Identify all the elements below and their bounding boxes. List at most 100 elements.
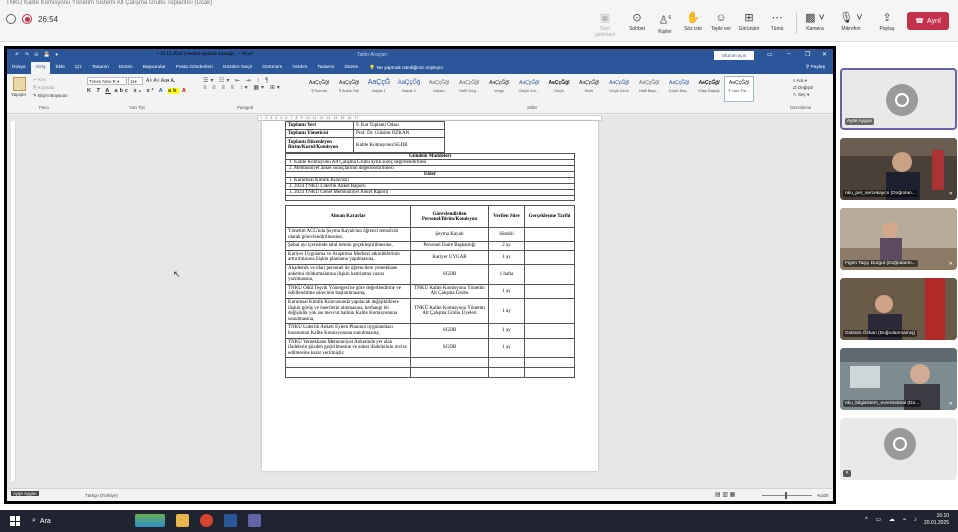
clipboard-group-label: Pano — [39, 105, 49, 110]
zoom-slider-knob[interactable] — [785, 492, 787, 499]
document-body[interactable]: Toplantı Yeri 9. Kat Toplantı Odası Topla… — [285, 121, 575, 379]
style-intense-reference[interactable]: AaÇçĞğl Güçlü Baş... — [664, 76, 694, 102]
weather-widget-icon[interactable] — [135, 514, 165, 527]
camera-button[interactable]: ▩ ˅ Kamera — [800, 10, 830, 38]
style-strong[interactable]: AaÇçĞğl Güçlü — [544, 76, 574, 102]
word-statusbar: Ayşe Aygün Türkçe (Türkiye) ▤ ▥ ▦ %100 — [7, 488, 833, 501]
participant-tile[interactable]: Gülsüm Özkan (Doğrulanmamış) — [840, 278, 957, 340]
file-explorer-icon[interactable] — [176, 514, 189, 527]
font-name-select[interactable]: Times New R ▾ — [87, 77, 127, 85]
tell-me-box[interactable]: 💡 Ne yapmak istediğinizi söyleyin — [369, 66, 443, 71]
teams-icon[interactable] — [248, 514, 261, 527]
tab-gorunum[interactable]: Görünüm — [257, 62, 287, 74]
style-subtle-emphasis[interactable]: AaÇçĞğl Hafif Vurg... — [454, 76, 484, 102]
close-icon[interactable]: ✕ — [822, 51, 827, 58]
share-button[interactable]: ⇪ Paylaş — [872, 10, 902, 38]
tab-posta[interactable]: Posta Gönderileri — [171, 62, 218, 74]
replace-button[interactable]: ⇄ Değiştir — [793, 84, 813, 91]
minimize-icon[interactable]: – — [787, 51, 790, 57]
chrome-icon[interactable] — [200, 514, 213, 527]
mic-off-icon: ✕ — [843, 470, 852, 477]
word-window: ↶ ↷ ⊙ 💾 ▾ • 16.12.2024 yönetim toplantı … — [7, 49, 833, 501]
word-share-button[interactable]: ⚲ Paylaş — [806, 62, 825, 74]
style-subtitle[interactable]: AaÇçĞğl Altyazı — [424, 76, 454, 102]
tab-basvurular[interactable]: Başvurular — [138, 62, 171, 74]
toolbar-button-0[interactable]: ▣ Sesi gelirmesi — [590, 10, 620, 38]
tab-ciz[interactable]: Çiz — [70, 62, 87, 74]
paste-icon[interactable] — [13, 77, 26, 91]
language-status[interactable]: Türkçe (Türkiye) — [85, 493, 118, 498]
table-row — [285, 367, 575, 379]
cut-button[interactable]: ✂ Kes — [33, 77, 46, 83]
select-button[interactable]: ↖ Seç ▾ — [793, 91, 813, 98]
table-row: TNKÜ Ödül Teşvik Yönergesi'ne göre değer… — [285, 283, 575, 299]
photo-icon: ▣ — [599, 12, 611, 24]
format-painter-button[interactable]: ✎ Biçim Boyacısı — [33, 93, 68, 99]
style-list-paragraph[interactable]: AaÇçĞğl ¶ Liste Par... — [724, 76, 754, 102]
tab-yardim[interactable]: Yardım — [287, 62, 312, 74]
font-group-label: Yazı Tipi — [129, 105, 145, 110]
find-button[interactable]: ⌕ Ara ▾ — [793, 77, 813, 84]
editing-group: ⌕ Ara ▾ ⇄ Değiştir ↖ Seç ▾ — [793, 77, 813, 98]
copy-button[interactable]: ⎘ Kopyala — [33, 85, 54, 90]
participant-tile[interactable]: ✕ — [840, 418, 957, 480]
participant-tile[interactable]: nku_per_sercekaycn (Doğrulan... ✕ — [840, 138, 957, 200]
tab-tasarim[interactable]: Tasarım — [87, 62, 114, 74]
raise-hand-button[interactable]: ✋ Söz iste — [678, 10, 708, 38]
signin-button[interactable]: Oturum açın — [714, 51, 754, 60]
chat-button[interactable]: ⊙ Sohbet — [622, 10, 652, 38]
style-quote[interactable]: AaÇçĞğl Alıntı — [574, 76, 604, 102]
view-button[interactable]: ⊞ Görünüm — [734, 10, 764, 38]
decisions-table: Alınan Kararlar Görevlendirilen Personel… — [285, 205, 575, 379]
taskbar-search[interactable]: ⌕ Ara — [28, 514, 128, 528]
mouse-cursor-icon: ↖ — [173, 269, 181, 279]
participant-tile[interactable]: nku_bilgisistem_evrenkoksal (Do... ✕ — [840, 348, 957, 410]
style-normal[interactable]: AaÇçĞğl ¶ Normal — [304, 76, 334, 102]
windows-start-icon[interactable] — [10, 516, 20, 526]
style-no-spacing[interactable]: AaÇçĞğl ¶ Aralık Yok — [334, 76, 364, 102]
participant-tile[interactable]: Figen Taşçı Durgut (Doğrulanm... ✕ — [840, 208, 957, 270]
system-tray[interactable]: ^ ▭ ☁ ⌁ ♪ — [865, 516, 920, 523]
mic-button[interactable]: 🎙 ˅ Mikrofon — [836, 10, 866, 38]
participant-tile[interactable]: Ayse Aygun — [840, 68, 957, 130]
react-button[interactable]: ☺ Tepki ver — [706, 10, 736, 38]
style-book-title[interactable]: AaÇçĞğl Kitap Başlığı — [694, 76, 724, 102]
taskbar-clock[interactable]: 16:10 20.01.2025 — [924, 513, 949, 527]
paragraph-buttons[interactable]: ☰▾ ☷▾ ⇤ ⇥ ↕ ¶ ≡ ≡ ≡ ≡ ↕▾ ▦▾ ⊞▾ — [203, 77, 282, 91]
grow-font-icon[interactable]: A˄ A˅ Aa▾ A̶ — [146, 78, 174, 84]
quick-access-toolbar[interactable]: ↶ ↷ ⊙ 💾 ▾ — [15, 52, 60, 58]
tab-gozden-gecir[interactable]: Gözden Geçir — [218, 62, 258, 74]
zoom-level[interactable]: %100 — [817, 493, 829, 498]
tab-ekle[interactable]: Ekle — [50, 62, 69, 74]
camera-off-icon: ▩ ˅ — [805, 12, 825, 24]
word-icon[interactable] — [224, 514, 237, 527]
style-subtle-reference[interactable]: AaÇçĞğl Hafif Başv... — [634, 76, 664, 102]
leave-button[interactable]: ☎ Ayrıl — [907, 12, 949, 30]
word-titlebar: ↶ ↷ ⊙ 💾 ▾ • 16.12.2024 yönetim toplantı … — [7, 49, 833, 62]
style-intense-quote[interactable]: AaÇçĞğl Güçlü Alıntı — [604, 76, 634, 102]
tab-table-tasarim[interactable]: Tasarım — [312, 62, 339, 74]
style-emphasis[interactable]: AaÇçĞğl Vurgu — [484, 76, 514, 102]
view-mode-icons[interactable]: ▤ ▥ ▦ — [715, 491, 735, 498]
format-buttons[interactable]: K T A abc x₂ x² A ab A — [87, 88, 188, 94]
grid-icon: ⊞ — [744, 12, 754, 24]
zoom-slider[interactable] — [762, 495, 812, 496]
table-row: Kariyer Uygulama ve Araştırma Merkezi et… — [285, 249, 575, 265]
tab-table-duzen[interactable]: Düzen — [339, 62, 363, 74]
styles-gallery: AaÇçĞğl ¶ Normal AaÇçĞğl ¶ Aralık Yok AaÇç… — [304, 76, 774, 102]
table-row — [285, 357, 575, 369]
style-heading2[interactable]: AaÇçĞğ Başlık 2 — [394, 76, 424, 102]
tab-giris[interactable]: Giriş — [30, 62, 51, 74]
table-row: Kurumsal Kimlik Kılavuzunda yapılacak de… — [285, 297, 575, 325]
people-button[interactable]: ♙6 Kişiler — [650, 10, 680, 38]
ribbon-display-icon[interactable]: ▭ — [767, 51, 773, 58]
paste-button[interactable]: Yapıştır — [11, 92, 26, 97]
style-heading1[interactable]: AaÇçĞ Başlık 1 — [364, 76, 394, 102]
style-intense-emphasis[interactable]: AaÇçĞğl Güçlü Vur... — [514, 76, 544, 102]
table-row: Şubat ayı içerisinde tahıl temmi geçekle… — [285, 241, 575, 251]
font-size-select[interactable]: 11▾ — [128, 77, 143, 85]
restore-icon[interactable]: ❐ — [805, 51, 810, 58]
more-button[interactable]: ⋯ Tümü — [762, 10, 792, 38]
tab-duzen[interactable]: Düzen — [114, 62, 138, 74]
tab-dosya[interactable]: Dosya — [7, 62, 31, 74]
